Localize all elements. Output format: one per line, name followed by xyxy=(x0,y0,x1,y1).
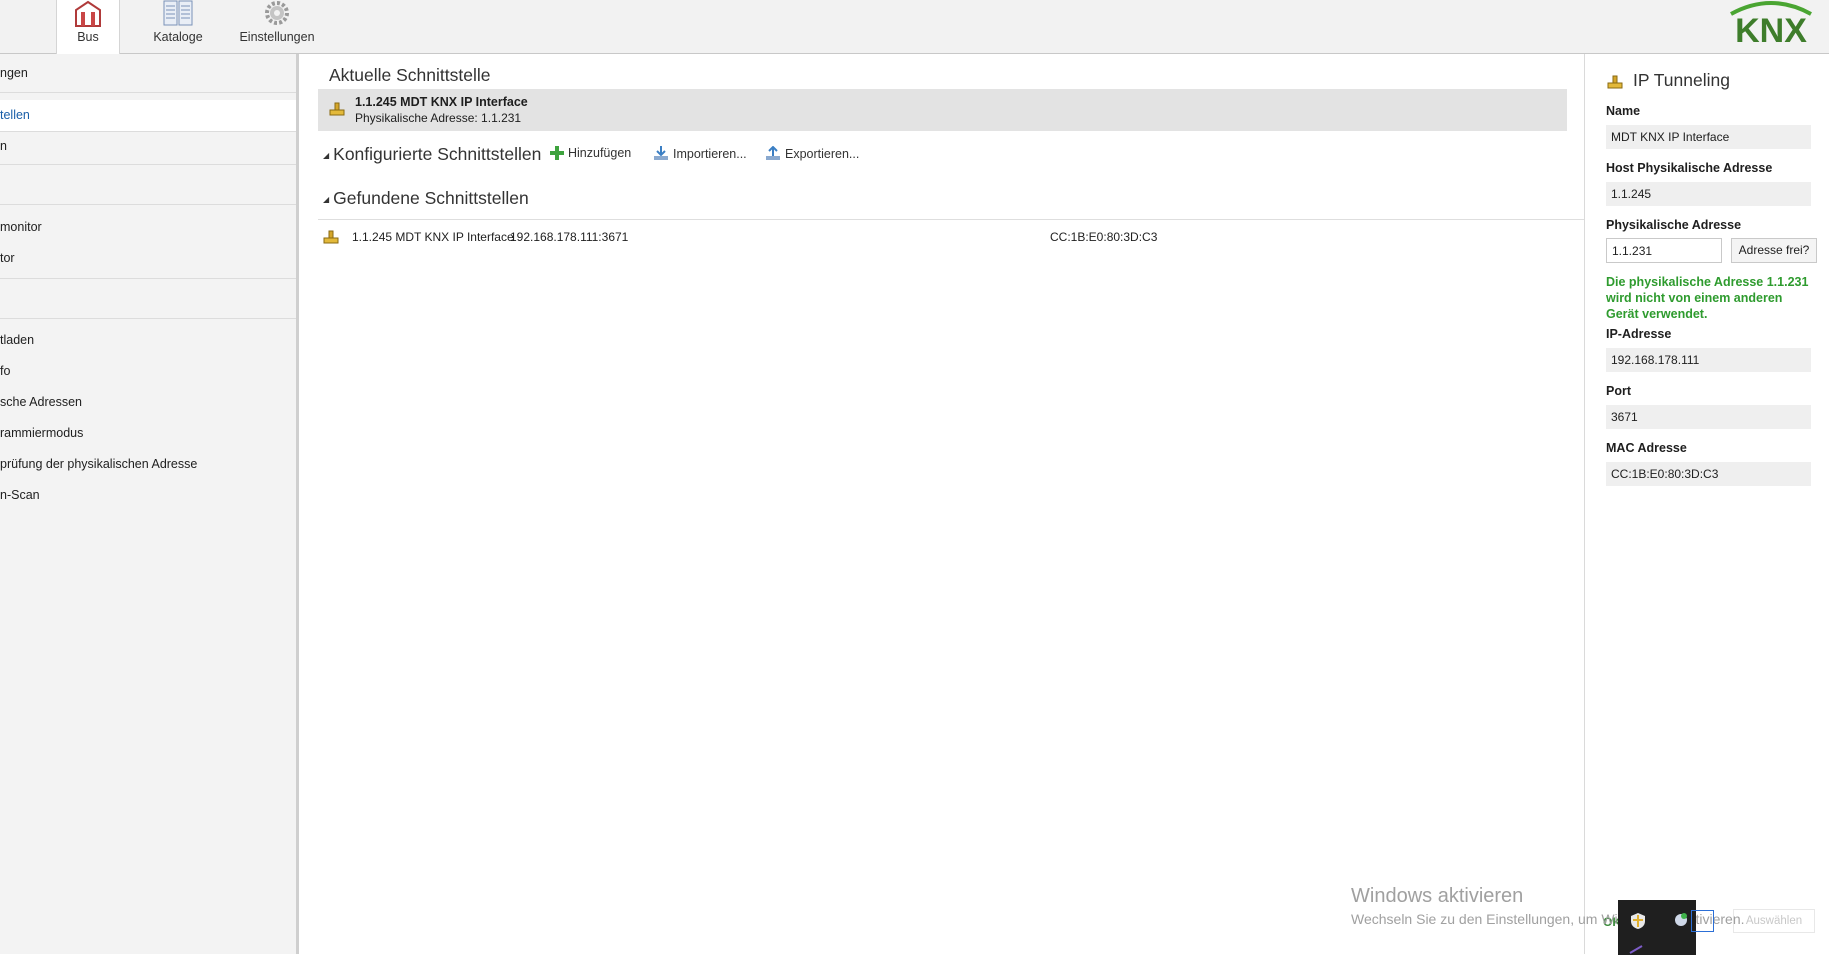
sidebar-item-4[interactable]: tor xyxy=(0,251,296,265)
sidebar-divider xyxy=(0,131,296,132)
import-button[interactable]: Importieren... xyxy=(653,146,747,161)
export-button[interactable]: Exportieren... xyxy=(765,145,860,161)
catalog-icon xyxy=(163,0,193,26)
select-button[interactable]: Auswählen xyxy=(1733,909,1815,933)
sidebar-divider xyxy=(0,318,296,319)
current-interface-name: 1.1.245 MDT KNX IP Interface xyxy=(355,95,528,109)
found-interfaces-divider xyxy=(318,219,1584,220)
sidebar-divider xyxy=(0,204,296,205)
export-label: Exportieren... xyxy=(785,147,860,161)
tab-kataloge-label: Kataloge xyxy=(153,30,203,44)
tab-bus[interactable]: Bus xyxy=(56,0,120,54)
name-label: Name xyxy=(1606,104,1641,118)
tab-einstellungen-label: Einstellungen xyxy=(239,30,315,44)
add-interface-button[interactable]: Hinzufügen xyxy=(550,146,631,160)
configured-interfaces-header[interactable]: ◢ Konfigurierte Schnittstellen xyxy=(323,144,541,165)
found-interface-row[interactable]: 1.1.245 MDT KNX IP Interface 192.168.178… xyxy=(318,224,1567,252)
network-interface-icon xyxy=(323,230,339,244)
mac-address-field: CC:1B:E0:80:3D:C3 xyxy=(1606,462,1811,486)
main-content: Aktuelle Schnittstelle 1.1.245 MDT KNX I… xyxy=(300,54,1584,954)
name-field: MDT KNX IP Interface xyxy=(1606,125,1811,149)
properties-panel: IP Tunneling Name MDT KNX IP Interface H… xyxy=(1584,54,1829,954)
sidebar-item-9[interactable]: prüfung der physikalischen Adresse xyxy=(0,457,296,471)
sidebar-item-3[interactable]: monitor xyxy=(0,220,296,234)
found-interface-ip: 192.168.178.111:3671 xyxy=(510,230,629,244)
export-icon xyxy=(766,145,780,160)
ip-address-label: IP-Adresse xyxy=(1606,327,1672,341)
host-address-field: 1.1.245 xyxy=(1606,182,1811,206)
sidebar: ngen tellen n monitor tor tladen fo sche… xyxy=(0,54,299,954)
found-interfaces-title: Gefundene Schnittstellen xyxy=(333,188,529,208)
sidebar-item-6[interactable]: fo xyxy=(0,364,296,378)
house-bus-icon xyxy=(75,0,101,27)
port-field: 3671 xyxy=(1606,405,1811,429)
physical-address-input[interactable] xyxy=(1606,238,1722,263)
panel-title: IP Tunneling xyxy=(1633,70,1730,90)
ribbon: Bus Kataloge Einstellungen KNX xyxy=(0,0,1829,54)
tray-selection-outline xyxy=(1691,910,1714,932)
collapse-triangle-icon: ◢ xyxy=(323,151,330,160)
sidebar-item-interfaces[interactable]: tellen xyxy=(0,108,296,122)
sidebar-divider xyxy=(0,278,296,279)
port-label: Port xyxy=(1606,384,1631,398)
knx-logo-text: KNX xyxy=(1735,12,1807,50)
gear-icon xyxy=(265,1,289,25)
found-interface-name: 1.1.245 MDT KNX IP Interface xyxy=(352,230,514,244)
network-interface-icon xyxy=(329,102,345,116)
shield-icon xyxy=(1631,913,1645,929)
physical-address-label: Physikalische Adresse xyxy=(1606,218,1742,232)
activation-watermark-title: Windows aktivieren xyxy=(1351,885,1524,907)
ip-address-field: 192.168.178.111 xyxy=(1606,348,1811,372)
tab-kataloge[interactable]: Kataloge xyxy=(145,0,211,53)
sidebar-item-2[interactable]: n xyxy=(0,139,296,153)
sidebar-divider xyxy=(0,164,296,165)
tab-bus-label: Bus xyxy=(77,30,99,44)
current-interface-title: Aktuelle Schnittstelle xyxy=(329,65,491,85)
tab-einstellungen[interactable]: Einstellungen xyxy=(236,0,318,53)
mac-address-label: MAC Adresse xyxy=(1606,441,1687,455)
current-interface-row[interactable]: 1.1.245 MDT KNX IP Interface Physikalisc… xyxy=(318,89,1567,131)
sidebar-item-8[interactable]: rammiermodus xyxy=(0,426,296,440)
sidebar-item-0[interactable]: ngen xyxy=(0,66,296,80)
collapse-triangle-icon: ◢ xyxy=(323,195,330,204)
network-interface-icon xyxy=(1607,75,1623,89)
knx-logo: KNX xyxy=(1730,1,1812,50)
sidebar-item-10[interactable]: n-Scan xyxy=(0,488,296,502)
current-interface-address: Physikalische Adresse: 1.1.231 xyxy=(355,111,522,125)
found-interfaces-header[interactable]: ◢ Gefundene Schnittstellen xyxy=(323,188,529,209)
sidebar-item-5[interactable]: tladen xyxy=(0,333,296,347)
sidebar-divider xyxy=(0,92,296,93)
found-interface-mac: CC:1B:E0:80:3D:C3 xyxy=(1050,230,1158,244)
arrow-icon xyxy=(1629,945,1643,954)
check-address-button[interactable]: Adresse frei? xyxy=(1731,238,1817,263)
address-status-message: Die physikalische Adresse 1.1.231 wird n… xyxy=(1606,275,1809,321)
add-interface-label: Hinzufügen xyxy=(568,146,632,160)
sidebar-item-7[interactable]: sche Adressen xyxy=(0,395,296,409)
configured-interfaces-title: Konfigurierte Schnittstellen xyxy=(333,144,542,164)
import-label: Importieren... xyxy=(673,147,747,161)
plus-icon xyxy=(550,146,564,160)
tray-popup xyxy=(1618,900,1714,955)
import-icon xyxy=(654,146,668,160)
host-address-label: Host Physikalische Adresse xyxy=(1606,161,1773,175)
network-icon[interactable] xyxy=(1673,912,1689,928)
